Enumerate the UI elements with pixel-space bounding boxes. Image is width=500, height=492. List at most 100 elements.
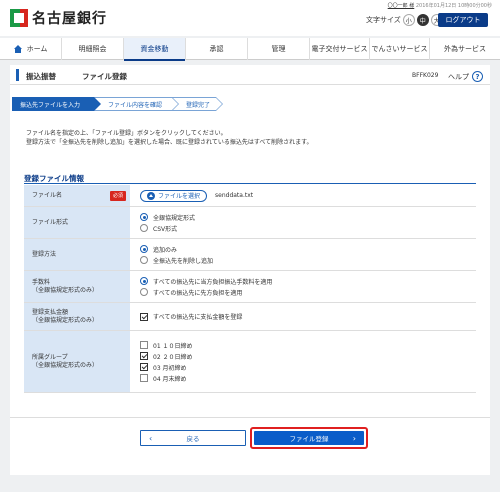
checkbox[interactable] xyxy=(140,352,148,360)
required-badge: 必須 xyxy=(109,190,126,201)
register-method-option-add[interactable]: 追加のみ xyxy=(140,244,476,255)
global-nav: ホーム 明細照会 資金移動 承認 管理 電子交付サービス でんさいサービス 外為… xyxy=(0,38,500,61)
nav-item-label: 明細照会 xyxy=(78,45,107,53)
group-field: 01 １０日締め 02 ２０日締め 03 月初締め 04 月末締め xyxy=(130,331,476,392)
step-indicator: 振込先ファイルを入力 ファイル内容を確認 登録完了 xyxy=(12,97,223,111)
nav-item-fund-transfer[interactable]: 資金移動 xyxy=(124,38,186,61)
registration-form: ファイル名 必須 ファイルを選択 senddata.txt ファイル形式 全銀協… xyxy=(24,185,476,393)
field-label: 所属グループ （全銀協規定形式のみ） xyxy=(24,331,130,392)
fee-option-recipient[interactable]: すべての振込先に先方負担を適用 xyxy=(140,287,476,298)
page-title: 振込振替 xyxy=(26,72,56,81)
fee-row: 手数料 （全銀協規定形式のみ） すべての振込先に当方負担振込手数料を適用 すべて… xyxy=(24,271,476,303)
page-subtitle: ファイル登録 xyxy=(82,72,127,81)
nav-item-approval[interactable]: 承認 xyxy=(186,38,248,60)
radio-button[interactable] xyxy=(140,256,148,264)
step-label: 登録完了 xyxy=(186,101,211,109)
radio-button[interactable] xyxy=(140,213,148,221)
step-input: 振込先ファイルを入力 xyxy=(12,97,101,111)
radio-button[interactable] xyxy=(140,288,148,296)
option-label: すべての振込先に支払金額を登録 xyxy=(153,314,243,321)
instructions: ファイル名を指定の上、「ファイル登録」ボタンをクリックしてください。 登録方法で… xyxy=(26,129,313,147)
help-link[interactable]: ヘルプ ? xyxy=(448,71,483,82)
nav-item-management[interactable]: 管理 xyxy=(248,38,310,60)
page-title-bar: 振込振替 ファイル登録 BFFK029 ヘルプ ? xyxy=(10,65,490,85)
nav-item-label: 承認 xyxy=(209,45,224,53)
selected-file-name: senddata.txt xyxy=(215,192,254,199)
field-label: 手数料 （全銀協規定形式のみ） xyxy=(24,271,130,302)
payment-amount-field: すべての振込先に支払金額を登録 xyxy=(130,303,476,330)
file-format-option-zengin[interactable]: 全銀協規定形式 xyxy=(140,212,476,223)
title-accent xyxy=(16,69,19,81)
user-name[interactable]: 〇〇一郎 様 xyxy=(388,3,415,9)
nav-item-label: でんさいサービス xyxy=(371,45,428,53)
font-size-label: 文字サイズ xyxy=(366,16,401,24)
button-area-divider xyxy=(10,417,490,418)
radio-button[interactable] xyxy=(140,277,148,285)
fee-option-sender[interactable]: すべての振込先に当方負担振込手数料を適用 xyxy=(140,276,476,287)
checkbox[interactable] xyxy=(140,374,148,382)
option-label: 全銀協規定形式 xyxy=(153,214,196,222)
radio-button[interactable] xyxy=(140,224,148,232)
register-method-option-replace[interactable]: 全振込先を削除し追加 xyxy=(140,255,476,266)
nav-item-label: 資金移動 xyxy=(140,45,169,53)
payment-amount-label: 登録支払金額 xyxy=(32,308,69,316)
help-label: ヘルプ xyxy=(448,72,469,81)
nav-item-home[interactable]: ホーム xyxy=(0,38,62,60)
file-name-field: ファイルを選択 senddata.txt xyxy=(130,185,476,206)
choose-file-button[interactable]: ファイルを選択 xyxy=(140,189,208,202)
nav-item-label: 外為サービス xyxy=(444,45,486,53)
bank-logo: 名古屋銀行 xyxy=(10,8,107,28)
checkbox[interactable] xyxy=(140,363,148,371)
header: 名古屋銀行 〇〇一郎 様 2016年01月12日 10時00分00秒 文字サイズ… xyxy=(0,0,500,36)
logout-button[interactable]: ログアウト xyxy=(438,13,488,27)
step-label: 振込先ファイルを入力 xyxy=(20,101,81,109)
checkbox[interactable] xyxy=(140,341,148,349)
payment-amount-option[interactable]: すべての振込先に支払金額を登録 xyxy=(140,311,476,322)
option-label: 03 月初締め xyxy=(153,364,187,372)
nav-item-statements[interactable]: 明細照会 xyxy=(62,38,124,60)
register-method-row: 登録方法 追加のみ 全振込先を削除し追加 xyxy=(24,239,476,271)
nav-item-label: 電子交付サービス xyxy=(311,45,368,53)
nav-item-e-delivery[interactable]: 電子交付サービス xyxy=(310,38,370,60)
font-size-control: 文字サイズ 小 中 大 xyxy=(366,14,443,26)
register-method-label: 登録方法 xyxy=(32,250,57,258)
payment-amount-row: 登録支払金額 （全銀協規定形式のみ） すべての振込先に支払金額を登録 xyxy=(24,303,476,331)
option-label: すべての振込先に先方負担を適用 xyxy=(153,289,243,297)
back-button[interactable]: ‹ 戻る xyxy=(140,430,246,446)
option-label: 02 ２０日締め xyxy=(153,353,193,361)
group-option-04[interactable]: 04 月末締め xyxy=(140,373,476,384)
group-option-01[interactable]: 01 １０日締め xyxy=(140,340,476,351)
group-label-note: （全銀協規定形式のみ） xyxy=(32,361,99,369)
bank-logo-mark xyxy=(10,9,28,27)
group-option-02[interactable]: 02 ２０日締め xyxy=(140,351,476,362)
option-label: 全振込先を削除し追加 xyxy=(153,257,214,265)
file-format-option-csv[interactable]: CSV形式 xyxy=(140,223,476,234)
file-format-field: 全銀協規定形式 CSV形式 xyxy=(130,207,476,238)
instruction-line: ファイル名を指定の上、「ファイル登録」ボタンをクリックしてください。 xyxy=(26,130,227,137)
nav-item-label: 管理 xyxy=(271,45,286,53)
file-format-label: ファイル形式 xyxy=(32,218,69,226)
home-icon xyxy=(13,45,23,53)
font-size-medium-button[interactable]: 中 xyxy=(416,14,429,26)
field-label: 登録方法 xyxy=(24,239,130,270)
checkbox[interactable] xyxy=(140,312,148,321)
nav-item-forex[interactable]: 外為サービス xyxy=(430,38,500,60)
option-label: 04 月末締め xyxy=(153,375,187,383)
group-option-03[interactable]: 03 月初締め xyxy=(140,362,476,373)
option-label: 追加のみ xyxy=(153,246,178,254)
choose-file-label: ファイルを選択 xyxy=(158,193,201,200)
radio-button[interactable] xyxy=(140,245,148,253)
screen-id: BFFK029 xyxy=(412,72,439,79)
instruction-line: 登録方法で「全振込先を削除し追加」を選択した場合、既に登録されている振込先はすべ… xyxy=(26,139,313,146)
field-label: 登録支払金額 （全銀協規定形式のみ） xyxy=(24,303,130,330)
bank-name: 名古屋銀行 xyxy=(32,11,107,27)
step-confirm: ファイル内容を確認 xyxy=(94,97,179,111)
field-label: ファイル形式 xyxy=(24,207,130,238)
nav-item-densai[interactable]: でんさいサービス xyxy=(370,38,430,60)
fee-label-note: （全銀協規定形式のみ） xyxy=(32,286,99,294)
font-size-small-button[interactable]: 小 xyxy=(402,14,415,26)
file-register-button[interactable]: ファイル登録 › xyxy=(254,431,364,445)
option-label: 01 １０日締め xyxy=(153,342,193,350)
user-info: 〇〇一郎 様 2016年01月12日 10時00分00秒 xyxy=(388,2,492,9)
section-divider xyxy=(24,183,476,184)
